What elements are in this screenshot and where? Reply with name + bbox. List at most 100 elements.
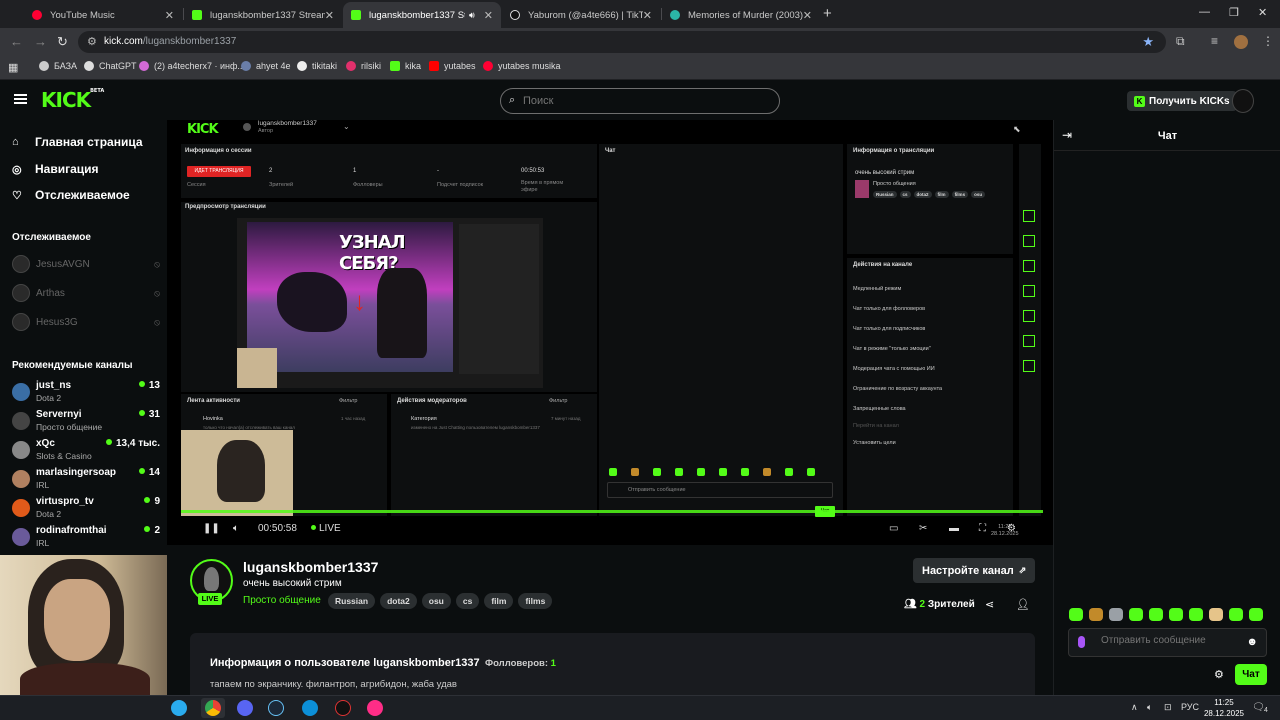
emote-button[interactable] <box>1149 608 1163 621</box>
tag[interactable]: Russian <box>328 593 376 609</box>
chat-message-input[interactable] <box>1101 635 1241 646</box>
close-icon[interactable]: ✕ <box>325 9 334 22</box>
followed-channel[interactable]: Hesus3G ⦸ <box>12 311 160 333</box>
bookmark-item[interactable]: ChatGPT <box>84 61 137 71</box>
tab-tiktok[interactable]: Yaburom (@a4te666) | TikTok ✕ <box>502 2 660 28</box>
mini-player-icon[interactable]: ▭ <box>889 523 898 534</box>
minimize-icon[interactable]: — <box>1199 6 1210 18</box>
bookmark-item[interactable]: yutabes musika <box>483 61 561 71</box>
telegram-icon[interactable] <box>171 700 187 716</box>
kick-logo[interactable]: KICKBETA <box>41 88 104 112</box>
recommended-channel[interactable]: marlasingersoap IRL 14 <box>12 467 160 495</box>
clip-icon[interactable]: ✂ <box>919 523 927 534</box>
emote-button[interactable] <box>1189 608 1203 621</box>
nav-home[interactable]: ⌂ Главная страница <box>12 135 143 149</box>
extensions-icon[interactable]: ⧉ <box>1176 34 1185 49</box>
fullscreen-icon[interactable]: ⛶ <box>979 523 986 534</box>
nav-following[interactable]: ♡ Отслеживаемое <box>12 188 130 202</box>
close-icon[interactable]: ✕ <box>803 9 812 22</box>
tab-youtube-music[interactable]: YouTube Music ✕ <box>24 2 182 28</box>
tab-memories-of-murder[interactable]: Memories of Murder (2003) dir ✕ <box>662 2 820 28</box>
progress-bar[interactable] <box>181 510 1043 513</box>
followed-channel[interactable]: JesusAVGN ⦸ <box>12 253 160 275</box>
tab-kick-stream-1[interactable]: luganskbomber1337 Stream - K ✕ <box>184 2 342 28</box>
discord-icon[interactable] <box>237 700 253 716</box>
bookmark-item[interactable]: rilsiki <box>346 61 381 71</box>
recommended-channel[interactable]: xQc Slots & Casino 13,4 тыс. <box>12 438 160 466</box>
search-input[interactable] <box>523 92 763 110</box>
speaker-tray-icon[interactable]: 🔈︎ <box>1147 702 1152 713</box>
bookmark-item[interactable]: yutabes <box>429 61 476 71</box>
tag[interactable]: films <box>518 593 553 609</box>
menu-kebab-icon[interactable]: ⋮ <box>1262 34 1274 48</box>
emote-button[interactable] <box>1169 608 1183 621</box>
emote-button[interactable] <box>1109 608 1123 621</box>
taskbar-clock[interactable]: 11:25 28.12.2025 <box>1200 697 1248 719</box>
hamburger-menu-icon[interactable] <box>14 94 27 104</box>
network-icon[interactable]: ⊡ <box>1164 702 1172 713</box>
bookmark-item[interactable]: БАЗА <box>39 61 77 71</box>
reload-button[interactable]: ↻ <box>57 34 68 50</box>
close-icon[interactable]: ✕ <box>165 9 174 22</box>
theater-mode-icon[interactable]: ▬ <box>949 523 959 534</box>
volume-icon[interactable]: 🔈︎ <box>233 523 239 534</box>
share-icon[interactable]: ⋖ <box>985 598 994 611</box>
user-avatar[interactable] <box>1232 89 1254 113</box>
site-info-icon[interactable]: ⚙ <box>87 35 97 48</box>
emote-button[interactable] <box>1229 608 1243 621</box>
tag[interactable]: dota2 <box>380 593 417 609</box>
bookmark-star-icon[interactable]: ★ <box>1142 34 1154 50</box>
tag[interactable]: osu <box>421 593 451 609</box>
chat-settings-icon[interactable]: ⚙ <box>1214 668 1224 681</box>
apps-grid-icon[interactable]: ▦ <box>8 61 18 74</box>
close-icon[interactable]: ✕ <box>484 9 493 22</box>
back-button[interactable]: ← <box>10 34 23 49</box>
microphone-icon[interactable] <box>1078 636 1085 648</box>
user-settings-icon[interactable]: 👤︎ <box>1016 598 1030 611</box>
recommended-channel[interactable]: rodinafromthai IRL 2 <box>12 525 160 553</box>
chat-input-box[interactable]: ☻ <box>1068 628 1267 657</box>
bookmark-item[interactable]: (2) a4techerx7 · инф... <box>139 61 245 71</box>
address-bar[interactable]: ⚙ kick.com/luganskbomber1337 ★ <box>78 31 1166 53</box>
emote-button[interactable] <box>1129 608 1143 621</box>
steam-icon[interactable] <box>268 700 284 716</box>
get-kicks-button[interactable]: K Получить KICKs <box>1127 91 1237 111</box>
taskbar-active-app[interactable] <box>201 698 225 718</box>
media-controls-icon[interactable]: ≡ <box>1211 34 1218 48</box>
emote-button[interactable] <box>1249 608 1263 621</box>
forward-button[interactable]: → <box>34 34 47 49</box>
customize-channel-button[interactable]: Настройте канал ⇗ <box>913 558 1036 583</box>
video-player[interactable]: KICK luganskbomber1337 Автор ⌄ ⬉ Информа… <box>167 120 1053 545</box>
pause-icon[interactable]: ❚❚ <box>203 523 220 534</box>
channel-name[interactable]: luganskbomber1337 <box>243 559 378 575</box>
tag[interactable]: cs <box>455 593 480 609</box>
speaker-icon[interactable]: 🔊︎ <box>469 10 475 21</box>
followed-channel[interactable]: Arthas ⦸ <box>12 282 160 304</box>
close-icon[interactable]: ✕ <box>643 9 652 22</box>
tab-kick-stream-active[interactable]: luganskbomber1337 Stream 🔊︎ ✕ <box>343 2 501 28</box>
search-box[interactable]: ⌕ <box>500 88 780 114</box>
language-indicator[interactable]: РУС <box>1181 702 1199 712</box>
restore-icon[interactable]: ❐ <box>1229 6 1239 19</box>
emoji-picker-icon[interactable]: ☻ <box>1246 636 1258 648</box>
recommended-channel[interactable]: Servernyi Просто общение 31 <box>12 409 160 437</box>
osu-icon[interactable] <box>367 700 383 716</box>
nav-browse[interactable]: ◎ Навигация <box>12 162 99 176</box>
chat-send-button[interactable]: Чат <box>1235 664 1267 685</box>
bookmark-item[interactable]: kika <box>390 61 421 71</box>
emote-button[interactable] <box>1089 608 1103 621</box>
new-tab-button[interactable]: + <box>823 5 832 22</box>
profile-avatar[interactable] <box>1234 35 1248 49</box>
edge-icon[interactable] <box>302 700 318 716</box>
obs-icon[interactable] <box>335 700 351 716</box>
tray-overflow-icon[interactable]: ∧ <box>1131 702 1138 713</box>
bookmark-item[interactable]: tikitaki <box>297 61 337 71</box>
window-close-icon[interactable]: ✕ <box>1258 6 1267 19</box>
emote-button[interactable] <box>1209 608 1223 621</box>
emote-button[interactable] <box>1069 608 1083 621</box>
notifications-icon[interactable]: 🗨︎ <box>1252 702 1265 713</box>
bookmark-item[interactable]: ahyet 4e <box>241 61 291 71</box>
recommended-channel[interactable]: virtuspro_tv Dota 2 9 <box>12 496 160 524</box>
tag[interactable]: film <box>484 593 514 609</box>
settings-icon[interactable]: ⚙ <box>1007 523 1016 534</box>
